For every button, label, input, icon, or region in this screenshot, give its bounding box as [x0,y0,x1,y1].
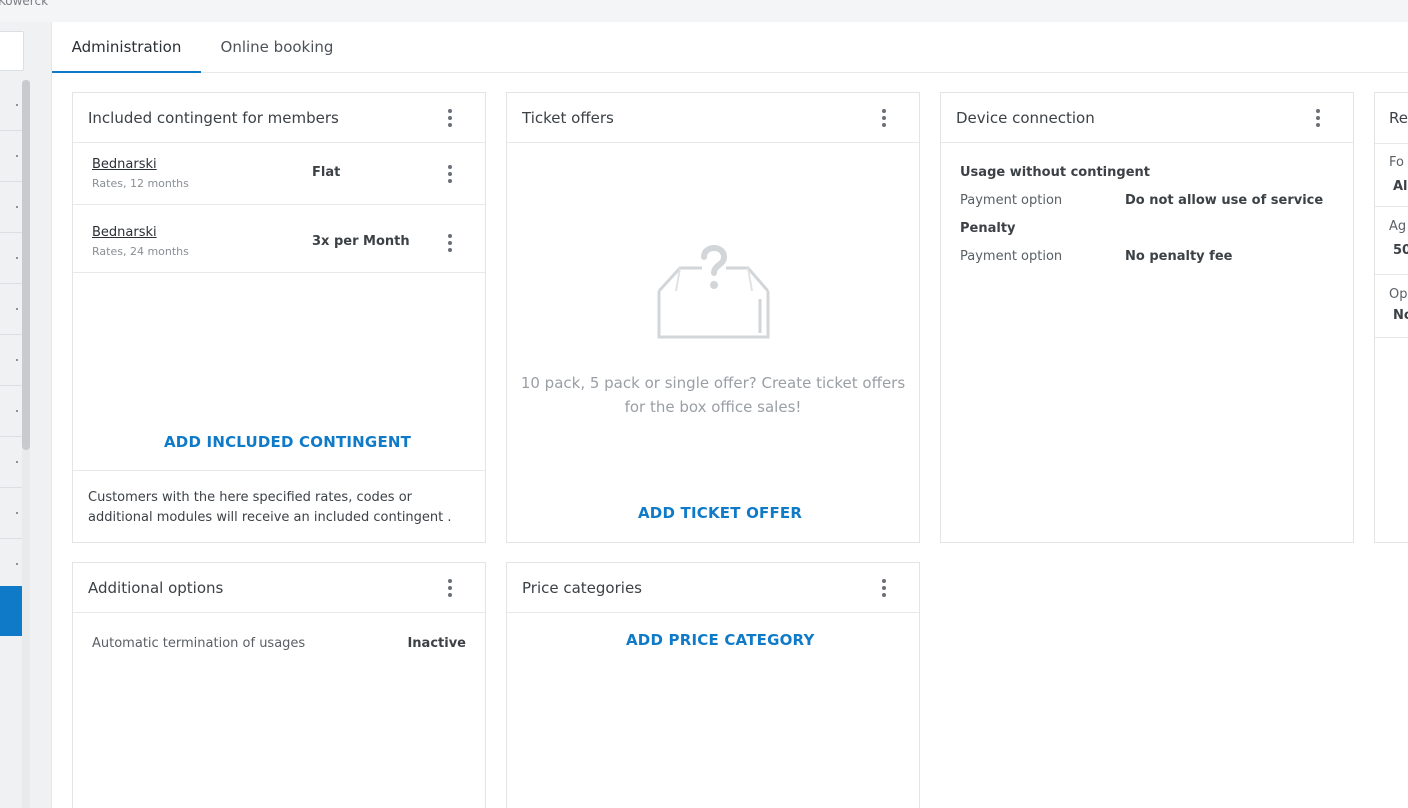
sidebar-item[interactable] [0,437,22,488]
sidebar-item[interactable] [0,131,22,182]
sidebar-item[interactable] [0,488,22,539]
rate-subtitle: Rates, 24 months [92,245,189,258]
field-label: Fo [1389,155,1404,170]
section-heading: Usage without contingent [960,165,1150,180]
rate-link[interactable]: Bednarski [92,157,157,172]
add-price-category-button[interactable]: ADD PRICE CATEGORY [626,631,815,649]
breadcrumb[interactable]: Kowerck [0,0,48,8]
main-content: Administration Online booking Included c… [52,22,1408,808]
sidebar [0,22,52,808]
sidebar-item[interactable] [0,80,22,131]
divider [1375,337,1408,338]
field-label: Op [1389,287,1408,302]
sidebar-item-marker [16,512,18,514]
more-options-icon[interactable] [444,233,456,253]
sidebar-item-marker [16,104,18,106]
option-label: Automatic termination of usages [92,636,306,651]
sidebar-item-marker [16,359,18,361]
device-connection-card: Device connection Usage without continge… [940,92,1354,543]
ticket-offers-card: Ticket offers 10 pack, 5 pack or single … [506,92,920,543]
card-header: Ticket offers [507,93,919,143]
divider [1375,206,1408,207]
card-title: Ticket offers [522,109,614,127]
field-label: Payment option [960,193,1063,208]
contingent-value: Flat [312,165,341,180]
field-value: No [1393,308,1408,323]
empty-state-text: 10 pack, 5 pack or single offer? Create … [520,374,906,416]
divider [1375,143,1408,144]
card-header: Included contingent for members [73,93,485,143]
sidebar-item-active[interactable] [0,586,22,636]
card-header: Price categories [507,563,919,613]
more-options-icon[interactable] [1312,108,1324,128]
price-categories-card: Price categories ADD PRICE CATEGORY [506,562,920,808]
sidebar-item[interactable] [0,233,22,284]
add-ticket-offer-button[interactable]: ADD TICKET OFFER [638,504,802,522]
sidebar-item[interactable] [0,386,22,437]
sidebar-item[interactable] [0,182,22,233]
card-header: Device connection [941,93,1353,143]
more-options-icon[interactable] [878,108,890,128]
sidebar-item-marker [16,308,18,310]
sidebar-item-marker [16,461,18,463]
divider [1375,274,1408,275]
more-options-icon[interactable] [444,578,456,598]
more-options-icon[interactable] [444,108,456,128]
sidebar-item-marker [16,410,18,412]
field-label: Ag [1389,219,1407,234]
sidebar-search-input[interactable] [0,31,24,71]
field-value: Al [1393,179,1408,194]
sidebar-item-marker [16,206,18,208]
field-label: Payment option [960,249,1063,264]
sidebar-item-marker [16,155,18,157]
card-footnote: Customers with the here specified rates,… [73,470,485,542]
rate-subtitle: Rates, 12 months [92,177,189,190]
section-heading: Penalty [960,221,1016,236]
field-value: 50 [1393,243,1408,258]
contingent-value: 3x per Month [312,234,410,249]
top-bar: Kowerck [0,0,1408,22]
list-item: Bednarski Rates, 12 months Flat [73,143,485,205]
sidebar-scrollbar-thumb[interactable] [22,80,30,450]
sidebar-item[interactable] [0,539,22,590]
sidebar-item[interactable] [0,284,22,335]
sidebar-item-marker [16,563,18,565]
card-title: Included contingent for members [88,109,339,127]
more-options-icon[interactable] [878,578,890,598]
rate-link[interactable]: Bednarski [92,225,157,240]
field-value: Do not allow use of service [1125,193,1324,208]
option-status: Inactive [407,636,466,651]
empty-box-question-icon [657,245,770,339]
sidebar-item[interactable] [0,335,22,386]
included-contingent-card: Included contingent for members Bednarsk… [72,92,486,543]
tab-online-booking[interactable]: Online booking [212,22,342,73]
partial-card: Re Fo Al Ag 50 Op No [1374,92,1408,543]
more-options-icon[interactable] [444,164,456,184]
card-header: Additional options [73,563,485,613]
card-title: Additional options [88,579,224,597]
tab-bar: Administration Online booking [52,22,1408,73]
list-item: Bednarski Rates, 24 months 3x per Month [73,205,485,273]
card-title: Re [1389,109,1408,127]
card-title: Device connection [956,109,1095,127]
card-title: Price categories [522,579,642,597]
sidebar-item-marker [16,257,18,259]
add-included-contingent-button[interactable]: ADD INCLUDED CONTINGENT [164,433,411,451]
field-value: No penalty fee [1125,249,1233,264]
tab-administration[interactable]: Administration [52,22,201,73]
additional-options-card: Additional options Automatic termination… [72,562,486,808]
